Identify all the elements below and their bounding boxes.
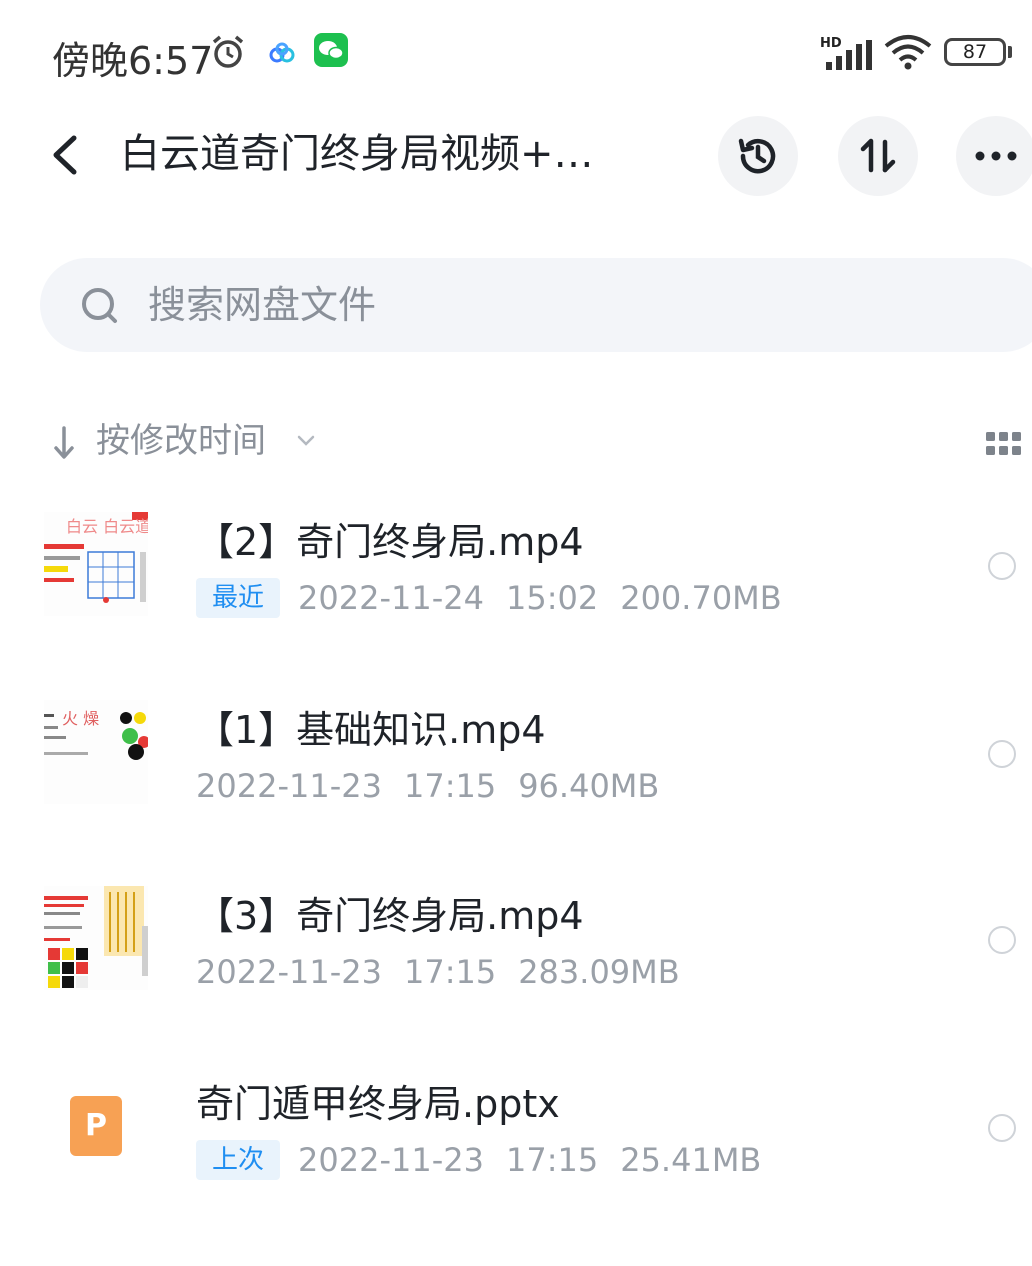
wifi-icon	[884, 35, 932, 70]
file-name[interactable]: 【1】基础知识.mp4	[196, 704, 546, 756]
history-button[interactable]	[718, 116, 798, 196]
thumb-handwriting: 火 燥	[62, 709, 99, 728]
sort-bar: 按修改时间	[0, 414, 1032, 470]
file-row[interactable]: 白云 白云道 【2】奇门终身局.mp4 最近 2022-11-24 15:02 …	[0, 512, 1032, 699]
pptx-file-icon: P	[70, 1096, 122, 1156]
file-date: 2022-11-24	[298, 579, 484, 617]
search-icon	[82, 288, 117, 323]
file-size: 200.70MB	[620, 579, 782, 617]
last-badge: 上次	[196, 1140, 281, 1180]
video-thumbnail: 白云 白云道	[44, 512, 148, 616]
file-name[interactable]: 奇门遁甲终身局.pptx	[196, 1078, 560, 1130]
file-size: 283.09MB	[518, 953, 680, 991]
recent-badge: 最近	[196, 578, 281, 618]
file-meta: 上次 2022-11-23 17:15 25.41MB	[196, 1138, 761, 1182]
thumb-handwriting: 白云 白云道	[66, 517, 148, 536]
file-size: 25.41MB	[620, 1141, 762, 1179]
grid-view-icon[interactable]	[986, 432, 1022, 456]
file-time: 15:02	[505, 579, 599, 617]
file-time: 17:15	[505, 1141, 599, 1179]
file-name[interactable]: 【3】奇门终身局.mp4	[196, 890, 584, 942]
file-row[interactable]: 火 燥 【1】基础知识.mp4 2022-11-23 17:15 96.40MB	[0, 700, 1032, 887]
signal-icon	[826, 40, 872, 70]
sort-label[interactable]: 按修改时间	[96, 418, 266, 464]
arrow-down-icon[interactable]	[52, 426, 76, 460]
more-icon	[975, 151, 1017, 161]
file-row[interactable]: 【3】奇门终身局.mp4 2022-11-23 17:15 283.09MB	[0, 886, 1032, 1073]
file-date: 2022-11-23	[196, 767, 382, 805]
sort-icon	[860, 138, 896, 173]
battery-level: 87	[962, 41, 988, 63]
file-date: 2022-11-23	[196, 953, 382, 991]
file-meta: 最近 2022-11-24 15:02 200.70MB	[196, 576, 782, 620]
video-thumbnail: 火 燥	[44, 700, 148, 804]
alarm-icon	[212, 35, 244, 68]
battery-icon: 87	[944, 38, 1006, 66]
file-date: 2022-11-23	[298, 1141, 484, 1179]
more-button[interactable]	[956, 116, 1032, 196]
cloud-icon	[269, 42, 295, 63]
file-name[interactable]: 【2】奇门终身局.mp4	[196, 516, 584, 568]
file-time: 17:15	[403, 953, 497, 991]
select-radio[interactable]	[988, 926, 1016, 954]
header: 白云道奇门终身局视频+…	[0, 100, 1032, 210]
battery-cap	[1008, 46, 1012, 58]
back-icon[interactable]	[46, 132, 86, 178]
search-placeholder: 搜索网盘文件	[148, 283, 377, 327]
chevron-down-icon[interactable]	[296, 430, 316, 450]
file-size: 96.40MB	[518, 767, 660, 805]
sort-button[interactable]	[838, 116, 918, 196]
file-meta: 2022-11-23 17:15 96.40MB	[196, 764, 659, 808]
page-title: 白云道奇门终身局视频+…	[120, 131, 594, 177]
select-radio[interactable]	[988, 740, 1016, 768]
history-icon	[738, 138, 776, 174]
file-meta: 2022-11-23 17:15 283.09MB	[196, 950, 680, 994]
status-time: 傍晚6:57	[52, 39, 214, 83]
select-radio[interactable]	[988, 1114, 1016, 1142]
status-bar: 傍晚6:57 HD 87	[0, 0, 1032, 100]
file-time: 17:15	[403, 767, 497, 805]
file-row[interactable]: P 奇门遁甲终身局.pptx 上次 2022-11-23 17:15 25.41…	[0, 1074, 1032, 1261]
wechat-icon	[314, 33, 348, 67]
select-radio[interactable]	[988, 552, 1016, 580]
video-thumbnail	[44, 886, 148, 990]
search-input[interactable]: 搜索网盘文件	[40, 258, 1032, 352]
